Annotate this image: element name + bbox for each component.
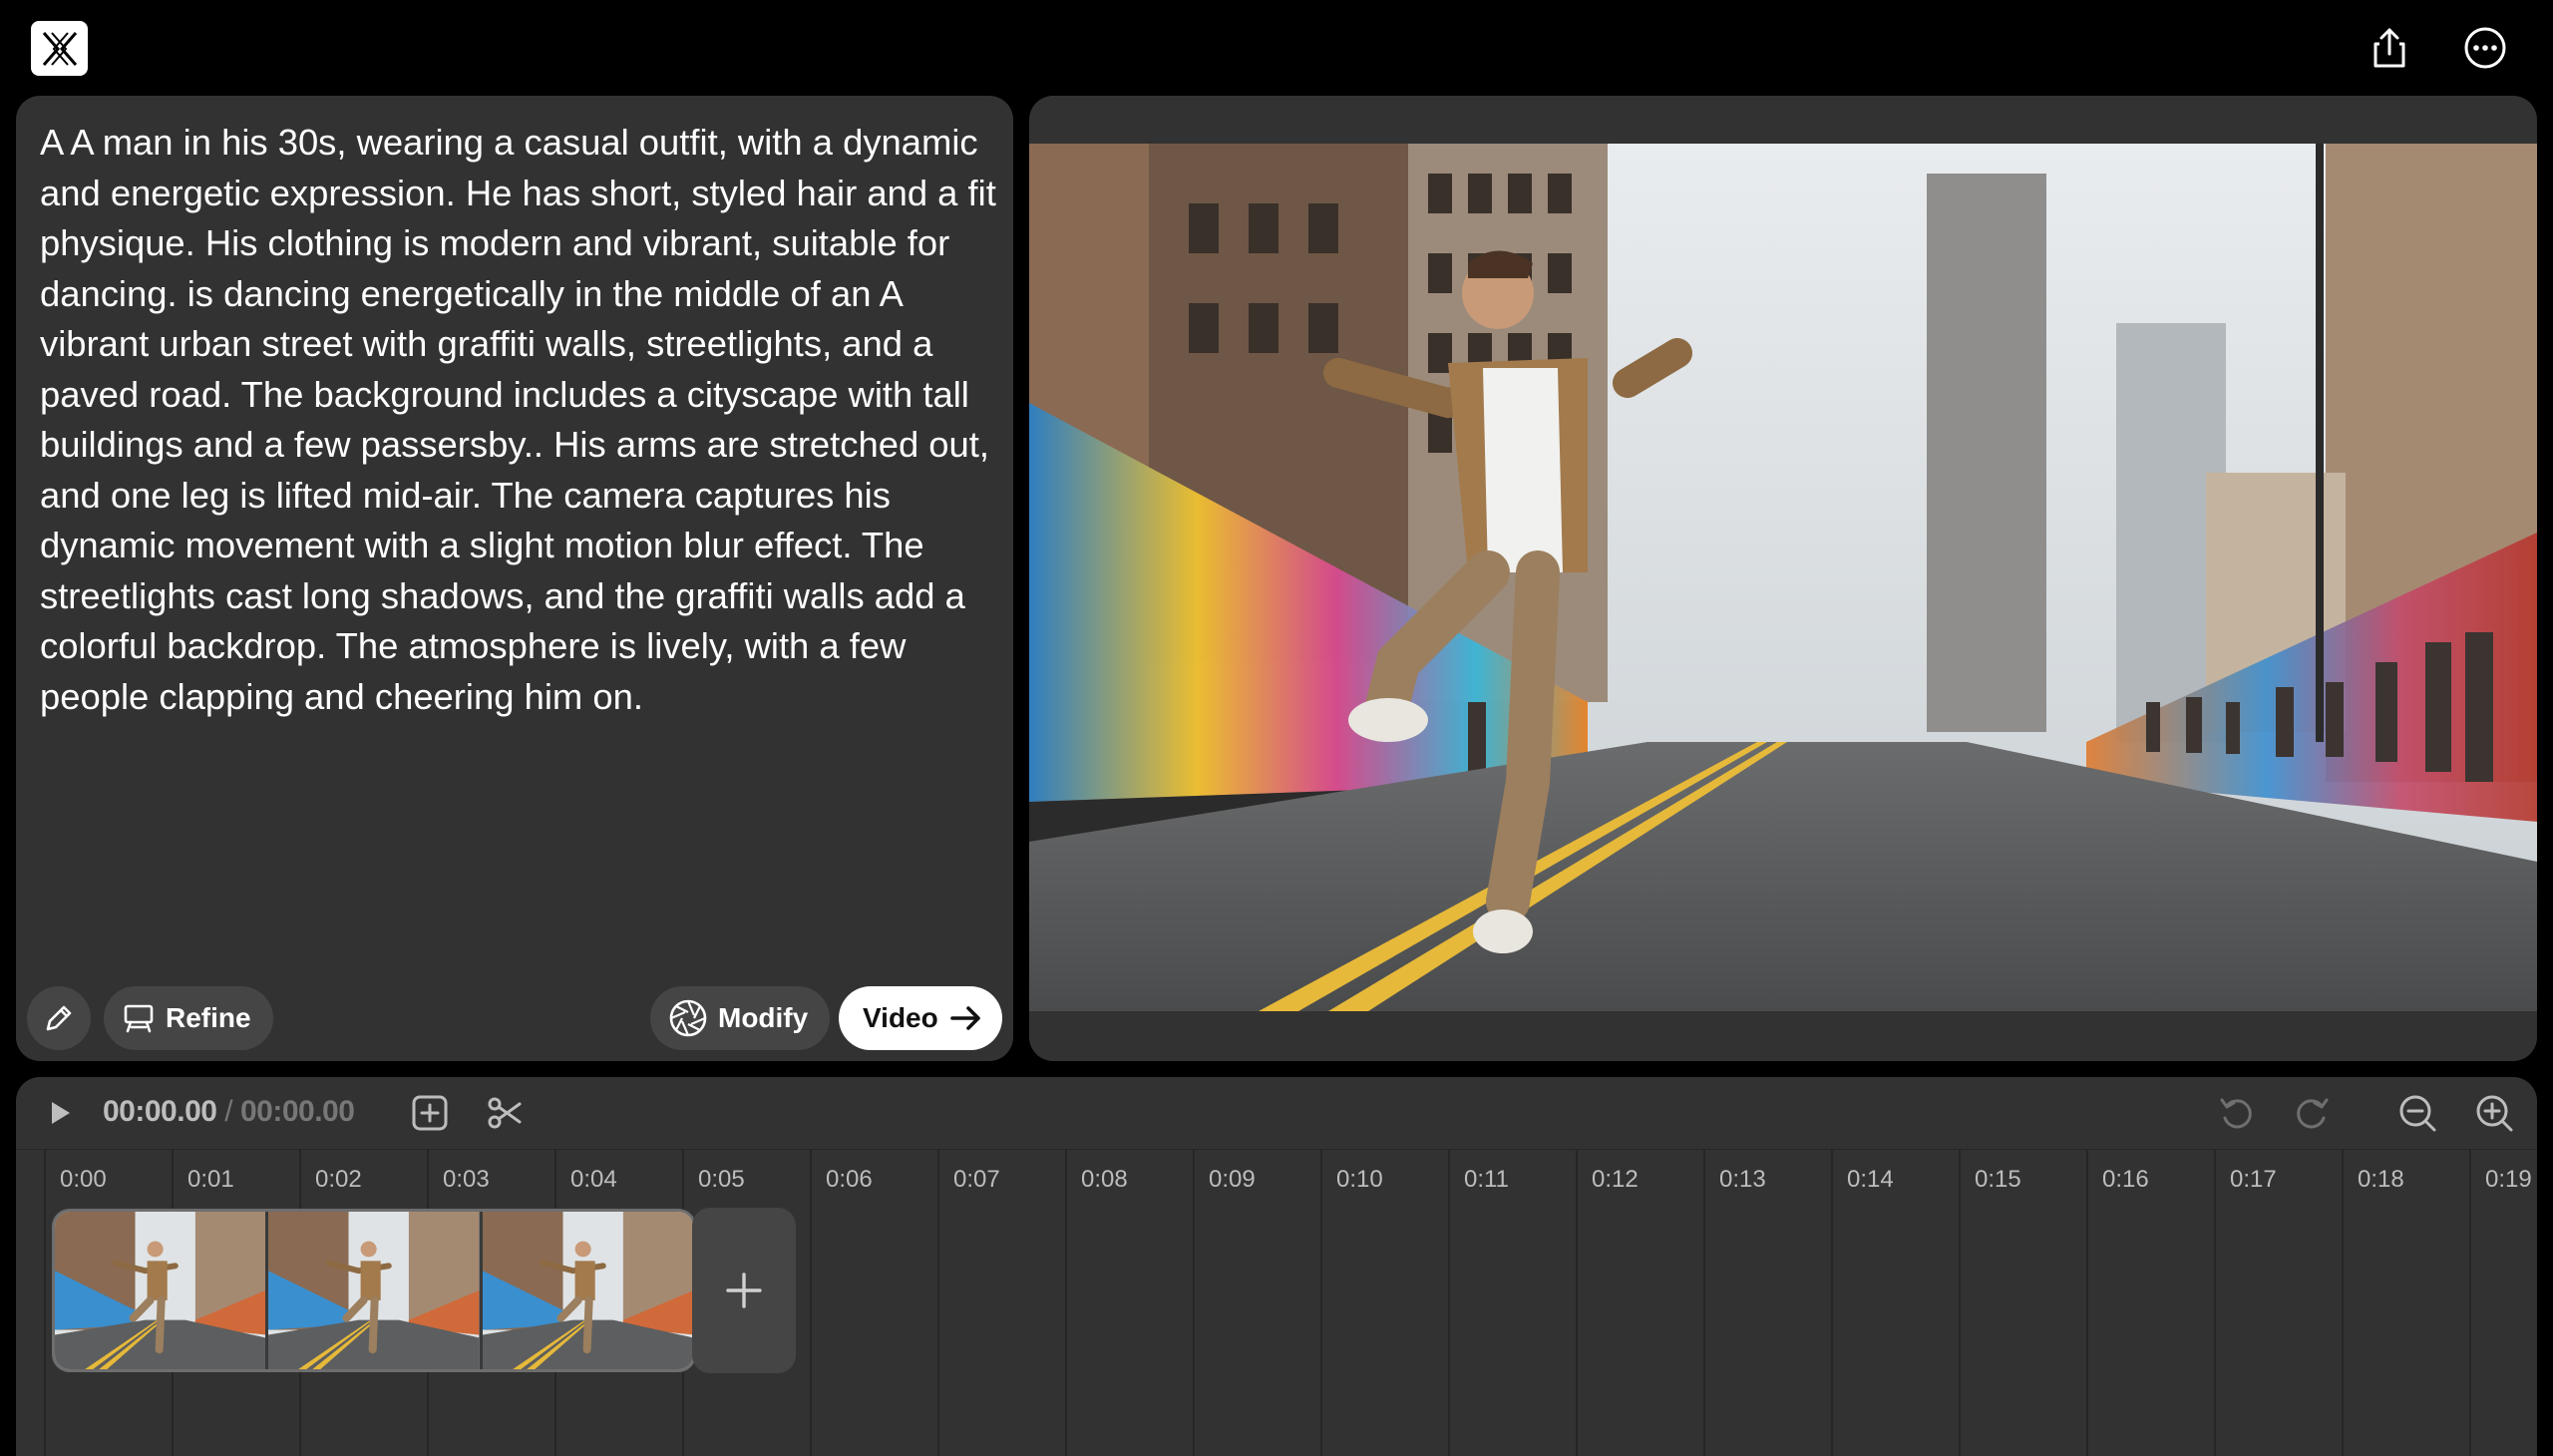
add-clip-toolbar-button[interactable] [408, 1091, 452, 1135]
timeline-panel: 00:00.00 / 00:00.00 0:00 0:01 0:02 0:03 … [16, 1077, 2537, 1456]
ruler-tick-label: 0:11 [1464, 1166, 1509, 1193]
modify-button[interactable]: Modify [650, 986, 831, 1050]
ruler-tick [2469, 1150, 2471, 1456]
pencil-icon [46, 1005, 72, 1031]
ruler-tick-label: 0:15 [1975, 1166, 2021, 1193]
ruler-tick-label: 0:07 [953, 1166, 1000, 1193]
edit-prompt-button[interactable] [27, 986, 91, 1050]
ruler-tick [1320, 1150, 1322, 1456]
ruler-tick [2342, 1150, 2344, 1456]
ruler-tick [937, 1150, 939, 1456]
split-button[interactable] [483, 1091, 527, 1135]
zoom-out-icon [2399, 1095, 2436, 1132]
play-icon [52, 1102, 70, 1124]
modify-label: Modify [718, 1002, 809, 1033]
ruler-tick [1576, 1150, 1578, 1456]
ruler-tick [2086, 1150, 2088, 1456]
zoom-in-icon [2476, 1095, 2513, 1132]
ruler-tick-label: 0:02 [315, 1166, 362, 1193]
top-bar [0, 0, 2553, 96]
ruler-tick-label: 0:01 [187, 1166, 234, 1193]
ruler-tick-label: 0:16 [2102, 1166, 2149, 1193]
total-time: 00:00.00 [239, 1095, 355, 1128]
aperture-icon [669, 999, 707, 1037]
ruler-tick [1703, 1150, 1705, 1456]
preview-image[interactable] [1029, 144, 2537, 1011]
ruler-tick [2214, 1150, 2216, 1456]
ruler-tick-label: 0:05 [698, 1166, 745, 1193]
zoom-in-button[interactable] [2472, 1091, 2516, 1135]
ruler-tick [1959, 1150, 1961, 1456]
redo-icon [2297, 1098, 2329, 1129]
ruler-tick-label: 0:09 [1209, 1166, 1256, 1193]
ruler-tick-label: 0:03 [443, 1166, 490, 1193]
video-preview-panel [1029, 96, 2537, 1061]
zoom-out-button[interactable] [2395, 1091, 2439, 1135]
ruler-tick [1831, 1150, 1833, 1456]
undo-icon [2220, 1098, 2252, 1129]
ruler-tick-label: 0:04 [570, 1166, 617, 1193]
ruler-tick-label: 0:18 [2358, 1166, 2404, 1193]
share-icon[interactable] [2364, 22, 2415, 74]
prompt-panel: A A man in his 30s, wearing a casual out… [16, 96, 1013, 1061]
refine-button[interactable]: Refine [104, 986, 273, 1050]
ruler-tick [1448, 1150, 1450, 1456]
ruler-tick-label: 0:12 [1592, 1166, 1639, 1193]
ruler-tick-label: 0:00 [60, 1166, 107, 1193]
play-button[interactable] [38, 1091, 82, 1135]
ruler-tick [44, 1150, 46, 1456]
clip-thumbnail [482, 1212, 693, 1369]
ruler-tick-label: 0:14 [1847, 1166, 1894, 1193]
ruler-tick [810, 1150, 812, 1456]
redo-button[interactable] [2291, 1091, 2335, 1135]
timecode: 00:00.00 / 00:00.00 [103, 1095, 355, 1129]
clip-thumbnail [55, 1212, 269, 1369]
plus-square-icon [412, 1095, 448, 1131]
ruler-tick-label: 0:17 [2230, 1166, 2277, 1193]
undo-button[interactable] [2214, 1091, 2258, 1135]
video-label: Video [863, 1002, 938, 1033]
clip-thumbnail [268, 1212, 483, 1369]
ruler-tick [1193, 1150, 1195, 1456]
current-time: 00:00.00 [103, 1095, 217, 1128]
video-button[interactable]: Video [839, 986, 1002, 1050]
app-logo-icon[interactable] [31, 21, 88, 76]
ruler-tick-label: 0:10 [1336, 1166, 1383, 1193]
timeline-toolbar: 00:00.00 / 00:00.00 [16, 1077, 2537, 1149]
more-options-icon[interactable] [2459, 22, 2511, 74]
presentation-board-icon [124, 1004, 154, 1033]
arrow-right-icon [949, 1006, 980, 1030]
video-clip[interactable] [52, 1209, 696, 1372]
ruler-tick-label: 0:19 [2485, 1166, 2532, 1193]
prompt-text[interactable]: A A man in his 30s, wearing a casual out… [40, 118, 1007, 722]
ruler-tick-label: 0:13 [1719, 1166, 1766, 1193]
ruler-tick-label: 0:08 [1081, 1166, 1128, 1193]
refine-label: Refine [166, 1002, 251, 1033]
plus-icon [726, 1273, 762, 1308]
add-clip-button[interactable] [692, 1208, 796, 1373]
scissors-icon [488, 1097, 522, 1129]
ruler-tick-label: 0:06 [826, 1166, 873, 1193]
time-separator: / [224, 1095, 233, 1128]
ruler-tick [1065, 1150, 1067, 1456]
